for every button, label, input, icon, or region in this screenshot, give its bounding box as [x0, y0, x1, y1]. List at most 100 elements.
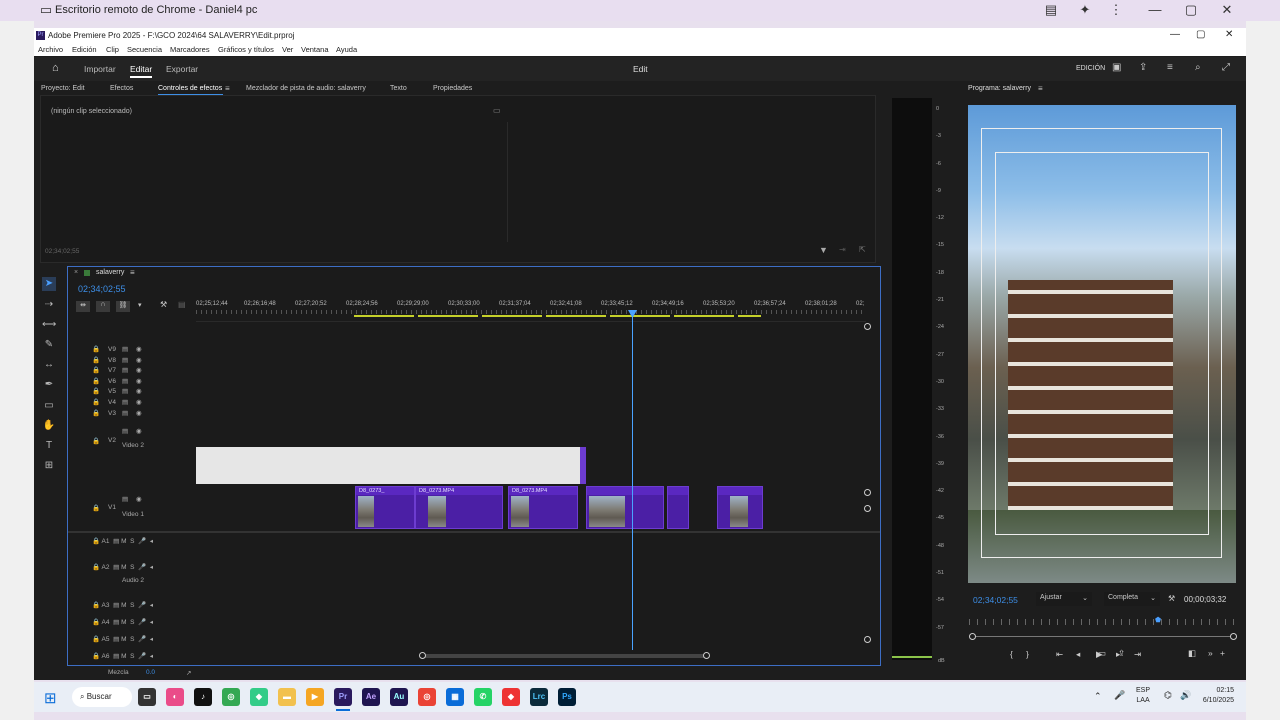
pr-minimize-icon[interactable]: — [1170, 29, 1180, 40]
program-zoom-bar[interactable] [972, 636, 1234, 637]
export-frame-icon[interactable]: ⇥ [839, 245, 846, 254]
tab-texto[interactable]: Texto [390, 85, 407, 92]
razor-icon[interactable]: ✎ [42, 338, 56, 352]
app-icon[interactable]: ◆ [250, 688, 268, 706]
linked-icon[interactable]: ⛓ [116, 301, 130, 312]
solo-button[interactable]: S [130, 564, 134, 571]
menu-ventana[interactable]: Ventana [301, 45, 329, 54]
quality-dropdown[interactable]: Completa ⌄ [1104, 592, 1160, 606]
minimize-icon[interactable]: — [1147, 2, 1163, 18]
photos-icon[interactable]: ▦ [446, 688, 464, 706]
lift-icon[interactable]: ▭ [1098, 648, 1106, 659]
menu-lines-icon[interactable]: ≡ [1167, 62, 1173, 73]
nav-export[interactable]: Exportar [166, 64, 198, 74]
sync-icons[interactable]: ▤ ▤ ▤ ▤ ▤ ▤ ▤ [122, 345, 128, 419]
caption-icon[interactable]: ⊞ [42, 459, 56, 473]
nav-import[interactable]: Importar [84, 64, 116, 74]
anydesk-icon[interactable]: ◆ [502, 688, 520, 706]
search-box[interactable]: ⌕ Buscar [72, 687, 132, 707]
sync-icon[interactable]: ▤ [122, 427, 128, 435]
program-playhead-icon[interactable]: ⬟ [1155, 616, 1161, 624]
ripple-edit-icon[interactable]: ⟷ [42, 318, 56, 332]
h-scroll-handle-left[interactable] [419, 652, 426, 659]
add-button-icon[interactable]: + [1220, 648, 1225, 658]
solo-button[interactable]: S [130, 653, 134, 660]
solo-button[interactable]: S [130, 619, 134, 626]
tab-efectos[interactable]: Efectos [110, 85, 133, 92]
mute-button[interactable]: M [121, 602, 126, 609]
mic-icon[interactable]: 🎤 [1114, 690, 1125, 701]
eye-icons[interactable]: ◉ ◉ ◉ ◉ ◉ ◉ ◉ [136, 345, 142, 419]
video-clip[interactable] [586, 486, 664, 529]
tiktok-icon[interactable]: ♪ [194, 688, 212, 706]
app-icon[interactable]: ◐ [166, 688, 184, 706]
mute-button[interactable]: M [121, 538, 126, 545]
chrome-icon[interactable]: ◎ [222, 688, 240, 706]
h-scrollbar[interactable] [423, 654, 709, 658]
h-scroll-handle-right[interactable] [703, 652, 710, 659]
sync-icon[interactable]: ▤ [122, 495, 128, 503]
v-scroll-handle[interactable] [864, 636, 871, 643]
menu-marcadores[interactable]: Marcadores [170, 45, 210, 54]
track-select-icon[interactable]: ⇢ [42, 298, 56, 312]
maximize-icon[interactable]: ▢ [1183, 2, 1199, 18]
v-scroll-handle[interactable] [864, 505, 871, 512]
mix-value[interactable]: 0.0 [146, 669, 155, 676]
fit-dropdown[interactable]: Ajustar ⌄ [1036, 592, 1092, 606]
search-icon[interactable]: ⌕ [1195, 62, 1201, 73]
seq-menu-icon[interactable]: ≡ [130, 268, 135, 277]
captions-icon[interactable]: ▤ [178, 300, 186, 309]
premiere-taskbar-icon[interactable]: Pr [334, 688, 352, 706]
timeline-timecode[interactable]: 02;34;02;55 [78, 284, 126, 294]
solo-button[interactable]: S [130, 636, 134, 643]
video-clip[interactable] [717, 486, 763, 529]
mix-level-icon[interactable]: ↗ [186, 669, 191, 677]
magnet-icon[interactable]: ∩ [96, 301, 110, 312]
wrench-icon[interactable]: ⚒ [160, 300, 167, 309]
panel-icon[interactable]: ▣ [1112, 62, 1121, 73]
menu-archivo[interactable]: Archivo [38, 45, 63, 54]
video-clip[interactable]: D8_0273.MP4 [508, 486, 578, 529]
panel-toggle-icon[interactable]: ▭ [493, 106, 501, 115]
chrome-icon[interactable]: ◎ [418, 688, 436, 706]
pr-close-icon[interactable]: ✕ [1225, 29, 1233, 40]
audition-icon[interactable]: Au [390, 688, 408, 706]
mute-button[interactable]: M [121, 564, 126, 571]
video-clip[interactable] [667, 486, 689, 529]
go-icon[interactable]: ⇱ [859, 245, 866, 254]
mute-button[interactable]: M [121, 653, 126, 660]
type-tool-icon[interactable]: T [42, 439, 56, 453]
solo-button[interactable]: S [130, 602, 134, 609]
rectangle-icon[interactable]: ▭ [42, 399, 56, 413]
zoom-handle-left[interactable] [969, 633, 976, 640]
photoshop-icon[interactable]: Ps [558, 688, 576, 706]
clip-transition[interactable] [580, 447, 586, 484]
program-title[interactable]: Programa: salaverry [968, 85, 1031, 92]
mark-out-icon[interactable]: } [1026, 649, 1029, 659]
menu-edicion[interactable]: Edición [72, 45, 97, 54]
tab-proyecto[interactable]: Proyecto: Edit [41, 85, 85, 92]
menu-ver[interactable]: Ver [282, 45, 293, 54]
extract-icon[interactable]: ⇪ [1118, 648, 1125, 659]
program-timecode[interactable]: 02;34;02;55 [973, 595, 1018, 605]
time-ruler[interactable]: 02;25;12;44 02;26;16;48 02;27;20;52 02;2… [196, 301, 866, 319]
selection-tool-icon[interactable]: ➤ [42, 277, 56, 291]
network-icon[interactable]: ⌬ [1164, 690, 1172, 701]
lock-icon[interactable]: 🔒 [92, 504, 100, 512]
share-icon[interactable]: ⇪ [1139, 62, 1147, 73]
more-icon[interactable]: ⋮ [1108, 2, 1124, 18]
lock-icons[interactable]: 🔒 🔒 🔒 🔒 🔒 🔒 🔒 [92, 345, 100, 419]
eye-icon[interactable]: ◉ [136, 495, 142, 503]
tray-chevron-icon[interactable]: ⌃ [1094, 691, 1102, 702]
video-clip[interactable]: D8_0273_ [355, 486, 415, 529]
menu-secuencia[interactable]: Secuencia [127, 45, 162, 54]
close-icon[interactable]: ✕ [1219, 2, 1235, 18]
menu-clip[interactable]: Clip [106, 45, 119, 54]
windows-start-icon[interactable]: ⊞ [44, 689, 57, 707]
filter-icon[interactable]: ▼ [819, 245, 828, 255]
white-clip[interactable] [196, 447, 583, 484]
program-ruler[interactable] [969, 619, 1237, 625]
menu-ayuda[interactable]: Ayuda [336, 45, 357, 54]
tab-propiedades[interactable]: Propiedades [433, 85, 472, 92]
fullscreen-icon[interactable]: ⤢ [1222, 62, 1230, 73]
